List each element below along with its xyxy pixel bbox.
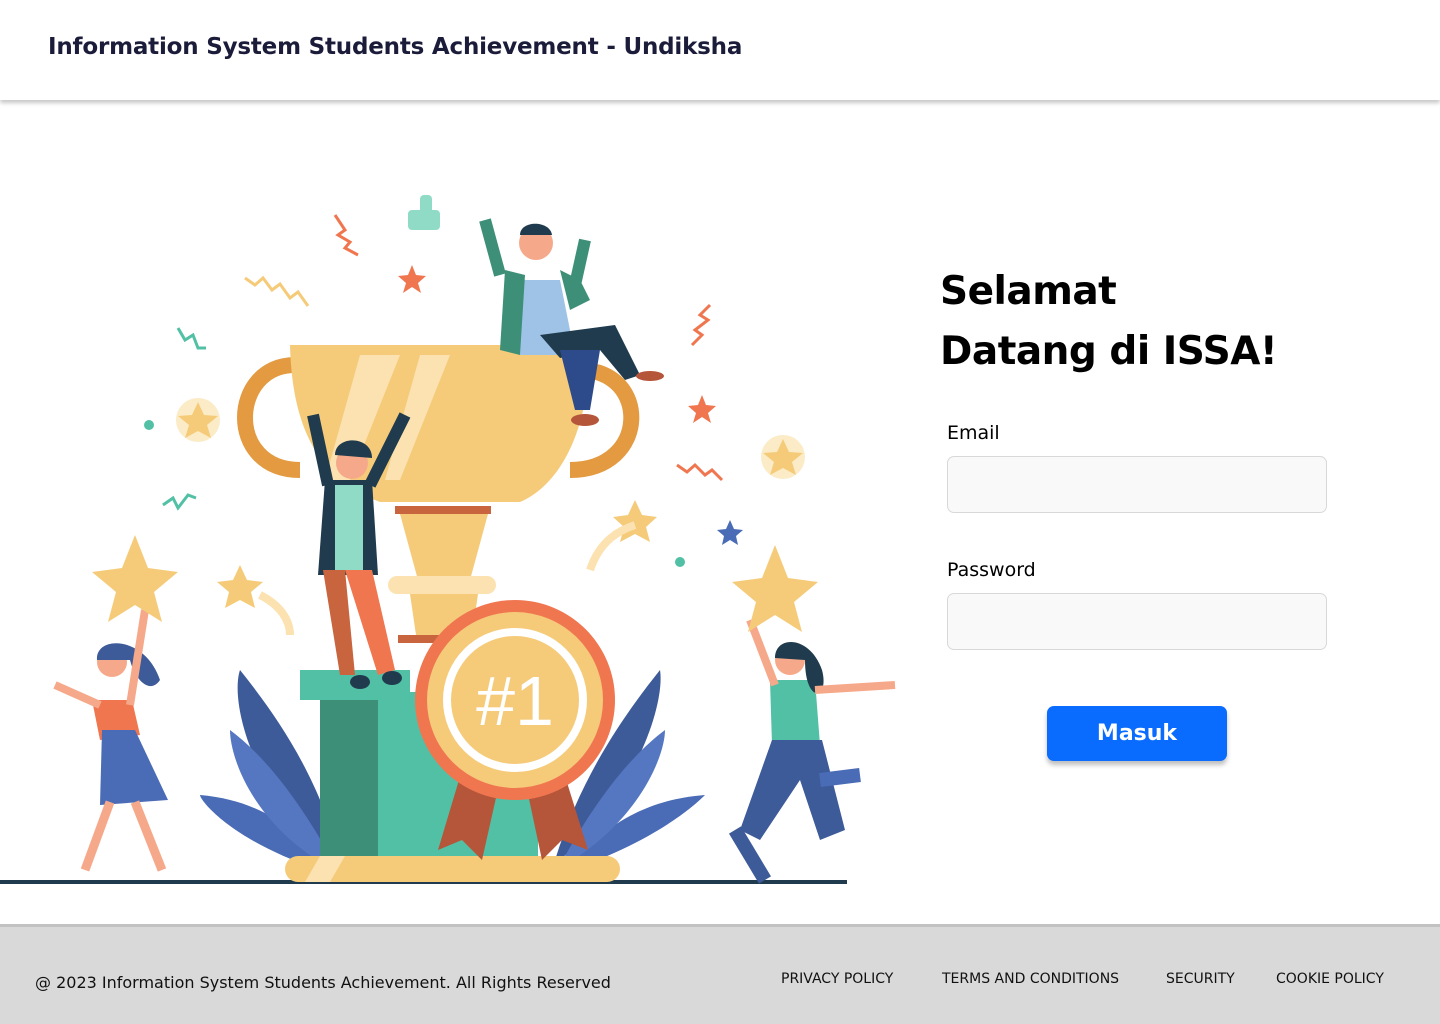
dot-decoration: [144, 420, 154, 430]
star-icon-large-right: [732, 545, 818, 632]
star-icon: [398, 265, 426, 293]
woman-right-figure: [728, 618, 896, 884]
woman-left-figure: [53, 609, 168, 872]
welcome-line-2: Datang di ISSA!: [940, 329, 1278, 374]
star-icon: [688, 395, 716, 423]
thumbs-up-icon: [408, 195, 440, 230]
login-button[interactable]: Masuk: [1047, 706, 1227, 761]
terms-and-conditions-link[interactable]: TERMS AND CONDITIONS: [942, 971, 1119, 987]
security-link[interactable]: SECURITY: [1166, 971, 1235, 987]
email-field[interactable]: [947, 456, 1327, 513]
password-label: Password: [947, 559, 1036, 581]
welcome-heading: Selamat Datang di ISSA!: [940, 262, 1360, 382]
page-footer: @ 2023 Information System Students Achie…: [0, 924, 1440, 1024]
star-icon: [217, 565, 263, 608]
dot-decoration: [675, 557, 685, 567]
trophy-celebration-illustration: #1: [0, 195, 896, 884]
password-field[interactable]: [947, 593, 1327, 650]
page-header: Information System Students Achievement …: [0, 0, 1440, 100]
email-label: Email: [947, 422, 1000, 444]
app-title: Information System Students Achievement …: [48, 34, 743, 60]
privacy-policy-link[interactable]: PRIVACY POLICY: [781, 971, 893, 987]
welcome-line-1: Selamat: [940, 269, 1117, 314]
star-icon: [717, 520, 743, 545]
star-icon-large-left: [92, 535, 178, 622]
copyright-text: @ 2023 Information System Students Achie…: [35, 973, 611, 992]
cookie-policy-link[interactable]: COOKIE POLICY: [1276, 971, 1384, 987]
svg-text:#1: #1: [476, 662, 554, 740]
